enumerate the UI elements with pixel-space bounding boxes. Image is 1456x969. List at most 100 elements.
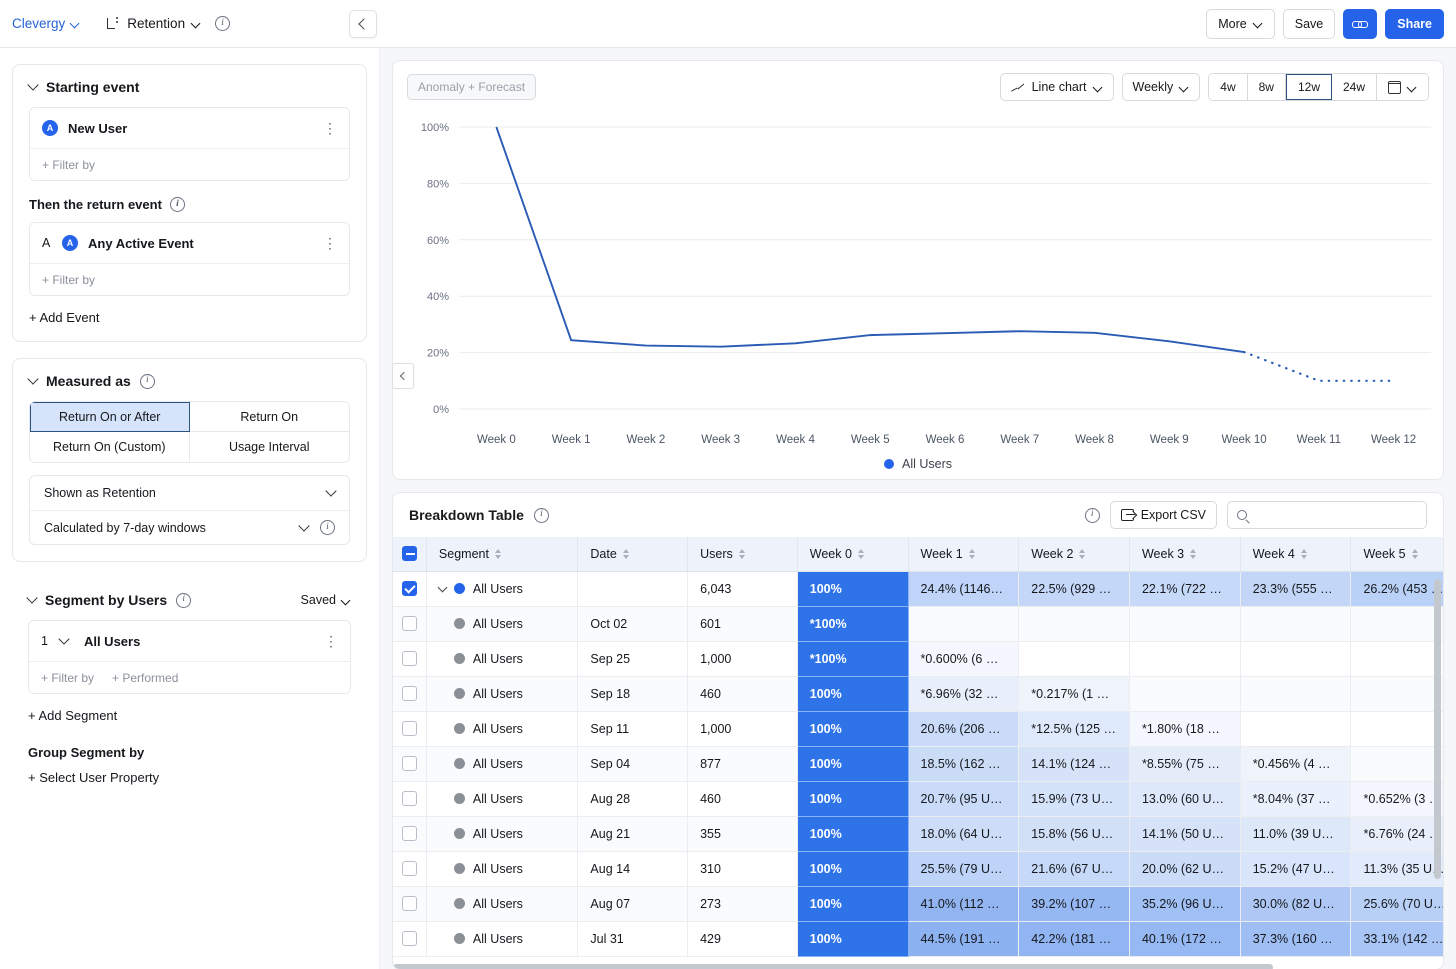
svg-text:Week 12: Week 12	[1371, 434, 1416, 446]
measure-option-return-on[interactable]: Return On	[190, 402, 350, 432]
segment-name-text: All Users	[473, 757, 523, 771]
table-search-input[interactable]	[1254, 508, 1417, 522]
column-header-date[interactable]: Date	[578, 537, 688, 571]
column-header-week-1[interactable]: Week 1	[908, 537, 1019, 571]
save-button[interactable]: Save	[1283, 9, 1336, 39]
cell-week-1: 44.5% (191 User…	[908, 921, 1019, 956]
breakdown-table-info-icon[interactable]: i	[534, 508, 549, 523]
export-csv-button[interactable]: Export CSV	[1110, 501, 1217, 529]
table-help-icon[interactable]: i	[1085, 508, 1100, 523]
measure-option-return-on-custom[interactable]: Return On (Custom)	[30, 432, 190, 462]
date-picker-button[interactable]	[1377, 74, 1428, 100]
calculated-by-select[interactable]: Calculated by 7-day windows i	[30, 510, 349, 544]
row-checkbox[interactable]	[402, 651, 417, 666]
workspace-selector[interactable]: Clevergy	[12, 16, 80, 31]
retention-line-chart: 0%20%40%60%80%100%Week 0Week 1Week 2Week…	[393, 113, 1443, 473]
table-row[interactable]: All UsersAug 21355100%18.0% (64 Users)15…	[393, 816, 1443, 851]
cell-week-4	[1240, 711, 1351, 746]
row-checkbox[interactable]	[402, 931, 417, 946]
table-row[interactable]: All Users6,043100%24.4% (1146 Us…22.5% (…	[393, 571, 1443, 606]
measure-option-return-on-or-after[interactable]: Return On or After	[30, 402, 190, 432]
row-checkbox[interactable]	[402, 861, 417, 876]
segment-info-icon[interactable]: i	[176, 593, 191, 608]
measure-selects: Shown as Retention Calculated by 7-day w…	[29, 475, 350, 545]
add-event-button[interactable]: + Add Event	[29, 310, 350, 325]
row-checkbox[interactable]	[402, 756, 417, 771]
starting-event-row[interactable]: A New User ⋮	[30, 108, 349, 148]
add-segment-button[interactable]: + Add Segment	[28, 708, 351, 723]
return-event-row[interactable]: A A Any Active Event ⋮	[30, 223, 349, 263]
table-row[interactable]: All UsersOct 02601*100%	[393, 606, 1443, 641]
column-header-week-4[interactable]: Week 4	[1240, 537, 1351, 571]
share-button[interactable]: Share	[1385, 9, 1444, 39]
column-header-week-5[interactable]: Week 5	[1351, 537, 1443, 571]
horizontal-scrollbar[interactable]	[393, 964, 1273, 969]
return-event-filter-by[interactable]: + Filter by	[42, 273, 95, 287]
segment-performed[interactable]: + Performed	[112, 671, 178, 685]
table-row[interactable]: All UsersSep 04877100%18.5% (162 User…14…	[393, 746, 1443, 781]
row-checkbox[interactable]	[402, 721, 417, 736]
breakdown-table-body: All Users6,043100%24.4% (1146 Us…22.5% (…	[393, 571, 1443, 956]
range-4w[interactable]: 4w	[1209, 74, 1247, 100]
cell-users: 273	[688, 886, 798, 921]
group-segment-title-row: Group Segment by	[28, 745, 351, 760]
chevron-down-icon[interactable]	[58, 633, 69, 644]
chevron-down-icon[interactable]	[27, 373, 38, 384]
chart-panel-collapse-button[interactable]	[392, 363, 414, 389]
report-info-icon[interactable]: i	[215, 16, 230, 31]
legend-label-all-users[interactable]: All Users	[902, 457, 952, 471]
row-checkbox[interactable]	[402, 686, 417, 701]
chevron-down-icon[interactable]	[26, 592, 37, 603]
table-row[interactable]: All UsersSep 251,000*100%*0.600% (6 User…	[393, 641, 1443, 676]
granularity-selector[interactable]: Weekly	[1122, 73, 1201, 101]
shown-as-select[interactable]: Shown as Retention	[30, 476, 349, 510]
select-all-checkbox[interactable]	[402, 546, 417, 561]
segment-menu-icon[interactable]: ⋮	[324, 634, 338, 648]
column-header-week-0[interactable]: Week 0	[797, 537, 908, 571]
copy-link-button[interactable]	[1343, 9, 1377, 39]
row-checkbox[interactable]	[402, 826, 417, 841]
sidebar-collapse-button[interactable]	[349, 10, 377, 38]
report-type-selector[interactable]: Retention	[106, 16, 201, 31]
segment-filter-by[interactable]: + Filter by	[41, 671, 94, 685]
starting-event-menu-icon[interactable]: ⋮	[323, 121, 337, 135]
range-24w[interactable]: 24w	[1332, 74, 1377, 100]
more-button[interactable]: More	[1206, 9, 1274, 39]
measure-option-usage-interval[interactable]: Usage Interval	[190, 432, 350, 462]
table-search[interactable]	[1227, 501, 1427, 529]
return-event-info-icon[interactable]: i	[170, 197, 185, 212]
cell-week-5: 25.6% (70 Users)	[1351, 886, 1443, 921]
segment-row[interactable]: 1 All Users ⋮	[29, 621, 350, 661]
table-row[interactable]: All UsersAug 14310100%25.5% (79 Users)21…	[393, 851, 1443, 886]
table-row[interactable]: All UsersAug 28460100%20.7% (95 Users)15…	[393, 781, 1443, 816]
range-8w[interactable]: 8w	[1248, 74, 1286, 100]
breakdown-table-scroll[interactable]: Segment Date Users Week 0 Week 1 Week 2 …	[393, 537, 1443, 969]
return-event-menu-icon[interactable]: ⋮	[323, 236, 337, 250]
range-12w[interactable]: 12w	[1286, 74, 1332, 100]
table-row[interactable]: All UsersSep 111,000100%20.6% (206 User……	[393, 711, 1443, 746]
table-row[interactable]: All UsersAug 07273100%41.0% (112 User…39…	[393, 886, 1443, 921]
select-user-property-button[interactable]: + Select User Property	[28, 770, 351, 785]
column-header-week-3[interactable]: Week 3	[1129, 537, 1240, 571]
chart-type-selector[interactable]: Line chart	[1000, 73, 1114, 101]
calculated-by-info-icon[interactable]: i	[320, 520, 335, 535]
row-checkbox[interactable]	[402, 581, 417, 596]
starting-event-filter-by[interactable]: + Filter by	[42, 158, 95, 172]
breakdown-table-title: Breakdown Table	[409, 507, 524, 523]
anomaly-forecast-button[interactable]: Anomaly + Forecast	[407, 74, 536, 100]
column-header-users[interactable]: Users	[688, 537, 798, 571]
column-label-week-4: Week 4	[1253, 547, 1295, 561]
table-row[interactable]: All UsersSep 18460100%*6.96% (32 Users)*…	[393, 676, 1443, 711]
chevron-down-icon[interactable]	[27, 79, 38, 90]
table-row[interactable]: All UsersJul 31429100%44.5% (191 User…42…	[393, 921, 1443, 956]
column-header-segment[interactable]: Segment	[426, 537, 577, 571]
measured-as-info-icon[interactable]: i	[140, 374, 155, 389]
row-checkbox[interactable]	[402, 896, 417, 911]
calculated-by-label: Calculated by 7-day windows	[44, 521, 206, 535]
column-header-week-2[interactable]: Week 2	[1019, 537, 1130, 571]
saved-segments-dropdown[interactable]: Saved	[301, 593, 351, 607]
vertical-scrollbar[interactable]	[1434, 579, 1441, 879]
row-expand-icon[interactable]	[437, 582, 447, 592]
row-checkbox[interactable]	[402, 791, 417, 806]
row-checkbox[interactable]	[402, 616, 417, 631]
